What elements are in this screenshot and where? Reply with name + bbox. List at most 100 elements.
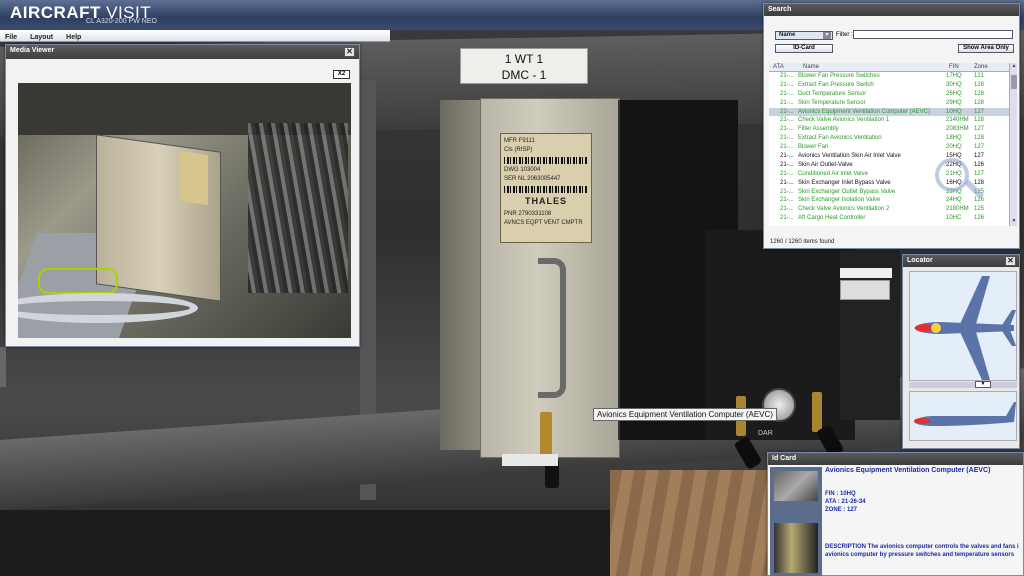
close-icon[interactable]: ✕: [344, 47, 355, 57]
aevc-nameplate: MFR F9111 Cls (RISP) DWG 103004 SER NL 2…: [500, 133, 592, 243]
menu-file[interactable]: File: [0, 33, 22, 42]
cell-name: Extract Fan Pressure Switch: [798, 81, 874, 88]
aircraft-side-view-icon: [914, 402, 1016, 426]
table-row[interactable]: 21-... Aft Cargo Heat Controller 10HC 126: [769, 214, 1009, 223]
cell-ata: 21-...: [780, 99, 794, 106]
cell-zone: 125: [974, 206, 985, 213]
scroll-thumb[interactable]: [1011, 75, 1017, 89]
unit-label-plate: [840, 268, 892, 278]
cell-ata: 21-...: [780, 179, 794, 186]
cell-ata: 21-...: [780, 153, 794, 160]
aevc-handle: [538, 258, 566, 398]
zoom-x2-button[interactable]: X2: [333, 70, 350, 79]
table-row[interactable]: 21-... Skin Temperature Sensor 29HQ 128: [769, 99, 1009, 108]
cell-fin: 30HQ: [946, 81, 962, 88]
menu-layout[interactable]: Layout: [25, 33, 58, 42]
cell-ata: 21-...: [780, 81, 794, 88]
scroll-down-icon[interactable]: ▼: [1010, 218, 1018, 226]
floor-panel: [610, 470, 780, 576]
cell-fin: 17HQ: [946, 73, 962, 79]
table-row[interactable]: 21-... Extract Fan Pressure Switch 30HQ 128: [769, 81, 1009, 90]
cell-name: Filter Assembly: [798, 126, 839, 133]
search-window: Search Name ▼ Filter : ID-Card Show Area…: [763, 3, 1020, 249]
locator-window: Locator ✕ ▼: [902, 254, 1020, 449]
id-card-thumbnails: [770, 467, 822, 576]
search-mode-value: Name: [779, 32, 796, 38]
photo-wiring: [248, 123, 348, 293]
table-row[interactable]: 21-... Blower Fan 20HQ 127: [769, 143, 1009, 152]
locator-top-view[interactable]: [909, 271, 1017, 381]
table-row[interactable]: 21-... Check Valve Avionics Ventilation 2…: [769, 205, 1009, 214]
table-row[interactable]: 21-... Avionics Ventilation Skin Air Inle…: [769, 152, 1009, 161]
id-card-description: DESCRIPTION The avionics computer contro…: [825, 543, 1024, 559]
table-row[interactable]: 21-... Conditioned Air Inlet Valve 21HQ 127: [769, 170, 1009, 179]
cell-ata: 21-...: [780, 161, 794, 168]
column-ata[interactable]: ATA: [773, 64, 784, 70]
table-row[interactable]: 21-... Blower Fan Pressure Switches 17HQ 12…: [769, 72, 1009, 81]
locator-side-view[interactable]: [909, 391, 1017, 441]
cell-ata: 21-...: [780, 117, 794, 124]
media-viewer-title-bar[interactable]: Media Viewer ✕: [6, 45, 359, 59]
table-row[interactable]: 21-... Duct Temperature Sensor 26HQ 128: [769, 90, 1009, 99]
shelf-position-tag: [502, 454, 558, 466]
cell-name: Avionics Equipment Ventilation Computer …: [798, 108, 930, 115]
cell-ata: 21-...: [780, 126, 794, 133]
cell-zone: 127: [974, 108, 985, 115]
thumbnail-component[interactable]: [774, 523, 818, 573]
thumbnail-location[interactable]: [774, 471, 818, 501]
results-scrollbar[interactable]: ▲ ▼: [1009, 63, 1017, 226]
search-title: Search: [768, 6, 792, 13]
photo-nameplate: [180, 151, 208, 205]
search-mode-select[interactable]: Name ▼: [775, 31, 833, 40]
cell-ata: 21-...: [780, 73, 794, 79]
locator-slider-thumb[interactable]: ▼: [975, 381, 991, 388]
id-card-desc-line1: DESCRIPTION The avionics computer contro…: [825, 544, 1019, 550]
component-tooltip: Avionics Equipment Ventilation Computer …: [593, 408, 777, 421]
cell-name: Check Valve Avionics Ventilation 2: [798, 206, 890, 213]
plate-brand: THALES: [525, 196, 567, 206]
column-zone[interactable]: Zone: [974, 64, 988, 70]
cell-ata: 21-...: [780, 197, 794, 204]
show-area-only-button[interactable]: Show Area Only: [958, 44, 1014, 53]
locator-slider-track[interactable]: [909, 382, 1017, 388]
cell-zone: 127: [974, 153, 985, 160]
barcode: [504, 186, 588, 193]
table-row[interactable]: 21-... Skin Air Outlet-Valve 22HQ 126: [769, 161, 1009, 170]
cell-zone: 128: [974, 81, 985, 88]
column-name[interactable]: Name: [803, 64, 819, 70]
aevc-side-panel: [440, 100, 482, 450]
table-row[interactable]: 21-... Avionics Equipment Ventilation Com…: [769, 107, 1009, 117]
id-card-button[interactable]: ID-Card: [775, 44, 833, 53]
close-icon[interactable]: ✕: [1005, 256, 1016, 266]
table-row[interactable]: 21-... Extract Fan Avionics Ventilation 18…: [769, 134, 1009, 143]
id-card-fin: FIN : 10HQ: [825, 491, 856, 497]
rack-label-line2: DMC - 1: [501, 68, 547, 82]
plate-dwg: DWG 103004: [504, 167, 541, 173]
cell-zone: 126: [974, 161, 985, 168]
table-row[interactable]: 21-... Filter Assembly 2083HM 127: [769, 125, 1009, 134]
menu-help[interactable]: Help: [61, 33, 86, 42]
magnifier-icon: [935, 158, 969, 192]
id-card-title: Id Card: [772, 455, 797, 462]
column-fin[interactable]: FIN: [949, 64, 959, 70]
results-table-header: ATA Name FIN Zone: [769, 63, 1009, 72]
filter-input[interactable]: [853, 30, 1013, 39]
cell-ata: 21-...: [780, 188, 794, 195]
locator-title-bar[interactable]: Locator ✕: [903, 255, 1019, 267]
photo-green-strap: [38, 268, 118, 294]
search-title-bar[interactable]: Search: [764, 4, 1019, 16]
id-card-title-bar[interactable]: Id Card: [768, 453, 1023, 465]
scroll-up-icon[interactable]: ▲: [1010, 63, 1018, 71]
table-row[interactable]: 21-... Check Valve Avionics Ventilation 1…: [769, 116, 1009, 125]
results-table: 21-... Blower Fan Pressure Switches 17HQ 12…: [769, 72, 1009, 226]
cell-fin: 29HQ: [946, 99, 962, 106]
cell-fin: 10HC: [946, 215, 962, 222]
table-row[interactable]: 21-... Skin Exchanger Isolation Valve 24HQ…: [769, 196, 1009, 205]
cell-name: Avionics Ventilation Skin Air Inlet Valv…: [798, 153, 901, 160]
cell-fin: 18HQ: [946, 135, 962, 142]
cell-zone: 121: [974, 73, 985, 79]
cell-fin: 2140HM: [946, 117, 969, 124]
cell-name: Skin Air Outlet-Valve: [798, 161, 853, 168]
cell-ata: 21-...: [780, 170, 794, 177]
id-card-component-name: Avionics Equipment Ventilation Computer …: [825, 467, 991, 474]
